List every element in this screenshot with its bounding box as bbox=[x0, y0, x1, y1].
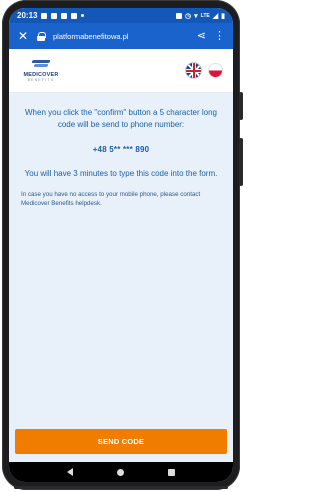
notification-dot-icon bbox=[81, 14, 85, 17]
more-vert-icon[interactable]: ⋮ bbox=[214, 30, 225, 42]
back-icon[interactable] bbox=[67, 468, 73, 476]
language-switcher bbox=[185, 62, 223, 79]
network-type: LTE bbox=[200, 12, 210, 19]
logo-sub: BENEFITS bbox=[27, 77, 55, 82]
logo-mark-icon bbox=[31, 59, 51, 70]
screen: 20:13 ◷ ▾ LTE ◢ ▮ ✕ platformabenefitowa.… bbox=[9, 8, 233, 482]
app-icon bbox=[71, 12, 78, 19]
battery-icon: ▮ bbox=[221, 12, 225, 20]
site-header: MEDICOVER BENEFITS bbox=[9, 49, 233, 93]
masked-phone-number: +48 5** *** 890 bbox=[92, 145, 150, 154]
nfc-icon bbox=[176, 12, 183, 19]
lock-icon bbox=[37, 31, 46, 41]
app-icon bbox=[51, 12, 58, 19]
phone-frame: 20:13 ◷ ▾ LTE ◢ ▮ ✕ platformabenefitowa.… bbox=[2, 0, 243, 490]
android-nav-bar bbox=[9, 462, 233, 482]
volume-button bbox=[239, 92, 243, 120]
medicover-logo[interactable]: MEDICOVER BENEFITS bbox=[19, 59, 63, 82]
share-icon[interactable]: ⋖ bbox=[197, 30, 206, 42]
app-icon bbox=[41, 12, 48, 19]
power-button bbox=[239, 138, 243, 186]
status-bar: 20:13 ◷ ▾ LTE ◢ ▮ bbox=[9, 8, 233, 23]
recents-icon[interactable] bbox=[168, 468, 175, 476]
wifi-icon: ▾ bbox=[194, 12, 198, 20]
close-icon[interactable]: ✕ bbox=[17, 30, 29, 42]
bottom-bezel bbox=[14, 486, 228, 489]
browser-toolbar: ✕ platformabenefitowa.pl ⋖ ⋮ bbox=[9, 23, 233, 49]
home-icon[interactable] bbox=[117, 468, 124, 476]
uk-flag-icon[interactable] bbox=[185, 62, 202, 79]
pl-flag-icon[interactable] bbox=[208, 63, 223, 78]
instruction-text: When you click the "confirm" button a 5 … bbox=[25, 108, 217, 129]
timer-note: You will have 3 minutes to type this cod… bbox=[24, 169, 218, 178]
app-icon bbox=[61, 12, 68, 19]
helpdesk-note: In case you have no access to your mobil… bbox=[21, 191, 201, 207]
signal-icon: ◢ bbox=[212, 12, 219, 20]
verification-panel: When you click the "confirm" button a 5 … bbox=[9, 93, 233, 462]
send-code-button[interactable]: SEND CODE bbox=[15, 429, 227, 454]
url-display[interactable]: platformabenefitowa.pl bbox=[53, 32, 189, 41]
alarm-icon: ◷ bbox=[185, 12, 192, 20]
clock: 20:13 bbox=[17, 11, 38, 20]
